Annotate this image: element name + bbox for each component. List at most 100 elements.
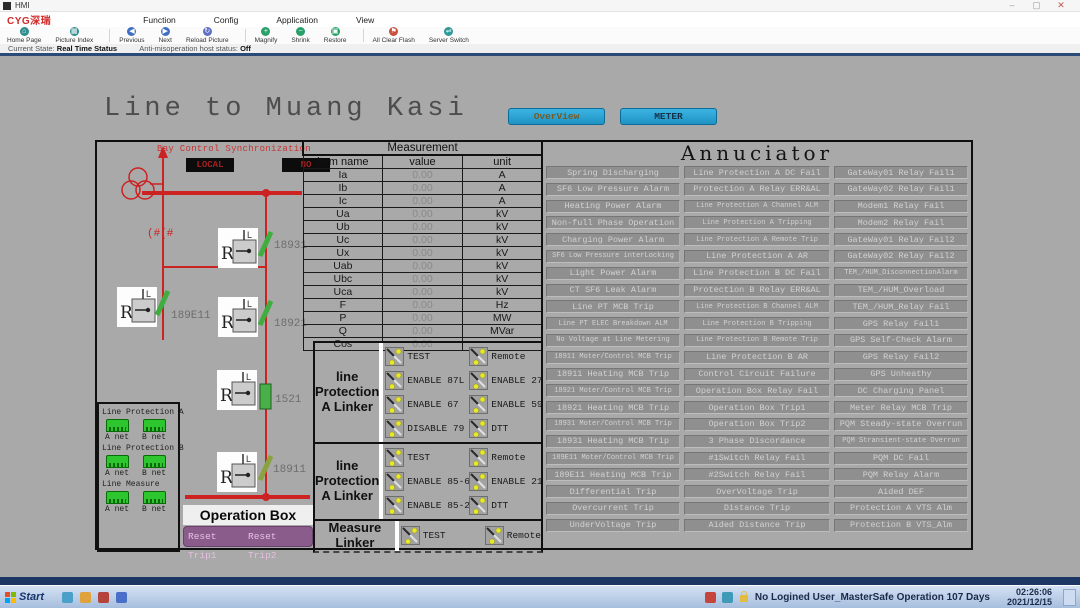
annunciator-tile[interactable]: GateWay02 Relay Fail2	[834, 250, 968, 263]
annunciator-tile[interactable]: Operation Box Trip2	[684, 418, 830, 431]
annunciator-tile[interactable]: GPS Self-Check Alarm	[834, 334, 968, 347]
overview-button[interactable]: OverView	[508, 108, 605, 125]
start-button[interactable]: Start	[0, 586, 52, 608]
annunciator-tile[interactable]: 18921 Moter/Control MCB Trip	[546, 384, 680, 397]
annunciator-tile[interactable]: 18911 Moter/Control MCB Trip	[546, 351, 680, 364]
annunciator-tile[interactable]: Line Protection A Channel ALM	[684, 200, 830, 213]
annunciator-tile[interactable]: Light Power Alarm	[546, 267, 680, 280]
menu-view[interactable]: View	[356, 15, 374, 25]
annunciator-tile[interactable]: Modem2 Relay Fail	[834, 216, 968, 229]
annunciator-tile[interactable]: 18911 Heating MCB Trip	[546, 368, 680, 381]
linker-switch[interactable]: DTT	[469, 496, 542, 515]
annunciator-tile[interactable]: 18931 Moter/Control MCB Trip	[546, 418, 680, 431]
toolbar-all-clear-flash[interactable]: ⚑All Clear Flash	[373, 27, 415, 44]
annunciator-tile[interactable]: 189E11 Heating MCB Trip	[546, 468, 680, 481]
app-icon-3[interactable]	[98, 592, 109, 603]
toolbar-previous[interactable]: ◀Previous	[119, 27, 144, 44]
annunciator-tile[interactable]: Line Protection B Remote Trip	[684, 334, 830, 347]
annunciator-tile[interactable]: Charging Power Alarm	[546, 233, 680, 246]
annunciator-tile[interactable]: Line PT ELEC Breakdown ALM	[546, 317, 680, 330]
annunciator-tile[interactable]: Differential Trip	[546, 485, 680, 498]
menu-config[interactable]: Config	[214, 15, 239, 25]
relay-device-18931[interactable]: R L 18931	[218, 228, 307, 268]
annunciator-tile[interactable]: GPS Relay Fail2	[834, 351, 968, 364]
annunciator-tile[interactable]: 18921 Heating MCB Trip	[546, 401, 680, 414]
toolbar-shrink[interactable]: −Shrink	[291, 27, 309, 44]
toolbar-magnify[interactable]: +Magnify	[255, 27, 278, 44]
annunciator-tile[interactable]: GateWay01 Relay Fail2	[834, 233, 968, 246]
annunciator-tile[interactable]: Operation Box Trip1	[684, 401, 830, 414]
annunciator-tile[interactable]: 189E11 Moter/Control MCB Trip	[546, 452, 680, 465]
annunciator-tile[interactable]: GateWay01 Relay Fail1	[834, 166, 968, 179]
annunciator-tile[interactable]: #1Switch Relay Fail	[684, 452, 830, 465]
annunciator-tile[interactable]: Aided DEF	[834, 485, 968, 498]
toolbar-next[interactable]: ▶Next	[159, 27, 172, 44]
minimize-button[interactable]: –	[1001, 0, 1023, 10]
annunciator-tile[interactable]: Line Protection A Remote Trip	[684, 233, 830, 246]
toolbar-server-switch[interactable]: ⇌Server Switch	[429, 27, 469, 44]
maximize-button[interactable]: ▢	[1025, 0, 1047, 11]
annunciator-tile[interactable]: OverVoltage Trip	[684, 485, 830, 498]
linker-switch[interactable]: ENABLE 87L	[385, 371, 469, 390]
toolbar-reload-picture[interactable]: ↻Reload Picture	[186, 27, 229, 44]
annunciator-tile[interactable]: Protection B VTS_Alm	[834, 519, 968, 532]
network-tray-icon[interactable]	[722, 592, 733, 603]
annunciator-tile[interactable]: CT SF6 Leak Alarm	[546, 284, 680, 297]
annunciator-tile[interactable]: Protection B Relay ERR&AL	[684, 284, 830, 297]
reset-trip2-button[interactable]: Reset Trip2	[248, 527, 308, 546]
show-desktop-button[interactable]	[1063, 589, 1076, 606]
linker-switch[interactable]: Remote	[485, 526, 541, 545]
linker-switch[interactable]: DTT	[469, 419, 542, 438]
menu-function[interactable]: Function	[143, 15, 176, 25]
annunciator-tile[interactable]: UnderVoltage Trip	[546, 519, 680, 532]
annunciator-tile[interactable]: Aided Distance Trip	[684, 519, 830, 532]
linker-switch[interactable]: TEST	[385, 347, 469, 366]
toolbar-home-page[interactable]: ⌂Home Page	[7, 27, 41, 44]
annunciator-tile[interactable]: GateWay02 Relay Fail1	[834, 183, 968, 196]
relay-device-18921[interactable]: R L 18921	[218, 297, 307, 337]
linker-switch[interactable]: TEST	[401, 526, 485, 545]
annunciator-tile[interactable]: Overcurrent Trip	[546, 502, 680, 515]
toolbar-picture-index[interactable]: ▦Picture Index	[55, 27, 93, 44]
annunciator-tile[interactable]: Line Protection B DC Fail	[684, 267, 830, 280]
annunciator-tile[interactable]: Line Protection A AR	[684, 250, 830, 263]
meter-button[interactable]: METER	[620, 108, 717, 125]
annunciator-tile[interactable]: Meter Relay MCB Trip	[834, 401, 968, 414]
annunciator-tile[interactable]: TEM_/HUM_Relay Fail	[834, 300, 968, 313]
annunciator-tile[interactable]: PQM Relay Alarm	[834, 468, 968, 481]
annunciator-tile[interactable]: SF6 Low Pressure Alarm	[546, 183, 680, 196]
annunciator-tile[interactable]: Protection A VTS Alm	[834, 502, 968, 515]
annunciator-tile[interactable]: Line Protection B Tripping	[684, 317, 830, 330]
annunciator-tile[interactable]: #2Switch Relay Fail	[684, 468, 830, 481]
linker-switch[interactable]: ENABLE 85-21	[385, 496, 469, 515]
annunciator-tile[interactable]: Heating Power Alarm	[546, 200, 680, 213]
linker-switch[interactable]: Remote	[469, 448, 542, 467]
relay-device-1521[interactable]: R L 1521	[217, 370, 302, 410]
linker-switch[interactable]: ENABLE 67	[385, 395, 469, 414]
app-icon-4[interactable]	[116, 592, 127, 603]
annunciator-tile[interactable]: Line Protection A Tripping	[684, 216, 830, 229]
annunciator-tile[interactable]: Spring Discharging	[546, 166, 680, 179]
alarm-tray-icon[interactable]	[705, 592, 716, 603]
annunciator-tile[interactable]: SF6 Low Pressure interLocking	[546, 250, 680, 263]
linker-switch[interactable]: DISABLE 79	[385, 419, 469, 438]
linker-switch[interactable]: ENABLE 59	[469, 395, 542, 414]
app-icon-2[interactable]	[80, 592, 91, 603]
annunciator-tile[interactable]: Distance Trip	[684, 502, 830, 515]
annunciator-tile[interactable]: TEM_/HUM_DisconnectionAlarm	[834, 267, 968, 280]
annunciator-tile[interactable]: PQM DC Fail	[834, 452, 968, 465]
relay-device-18911[interactable]: R L 18911	[217, 452, 306, 492]
annunciator-tile[interactable]: No Voltage at Line Metering	[546, 334, 680, 347]
linker-switch[interactable]: TEST	[385, 448, 469, 467]
annunciator-tile[interactable]: Line Protection B Channel ALM	[684, 300, 830, 313]
annunciator-tile[interactable]: Modem1 Relay Fail	[834, 200, 968, 213]
app-icon-1[interactable]	[62, 592, 73, 603]
linker-switch[interactable]: ENABLE 85-67N	[385, 472, 469, 491]
annunciator-tile[interactable]: Control Circuit Failure	[684, 368, 830, 381]
annunciator-tile[interactable]: Protection A Relay ERR&AL	[684, 183, 830, 196]
annunciator-tile[interactable]: PQM Stransient-state Overrun	[834, 435, 968, 448]
annunciator-tile[interactable]: GPS Relay Fail1	[834, 317, 968, 330]
annunciator-tile[interactable]: Operation Box Relay Fail	[684, 384, 830, 397]
close-button[interactable]: ✕	[1050, 0, 1072, 11]
reset-trip1-button[interactable]: Reset Trip1	[188, 527, 248, 546]
